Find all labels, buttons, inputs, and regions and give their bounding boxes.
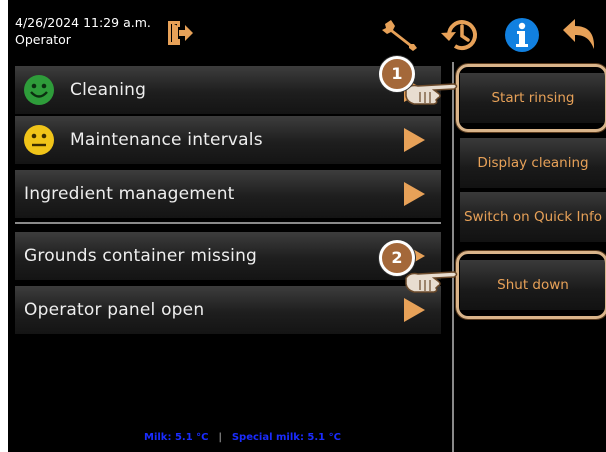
- list-item-label: Grounds container missing: [24, 246, 258, 266]
- play-arrow-icon: [404, 128, 425, 152]
- touch-screen: 4/26/2024 11:29 a.m. Operator Cleaning M…: [8, 0, 606, 452]
- list-item-maintenance-intervals[interactable]: Maintenance intervals: [15, 116, 441, 164]
- milk-temperature: Milk: 5.1 °C: [144, 432, 209, 443]
- wrench-icon[interactable]: [381, 18, 419, 52]
- list-item-label: Operator panel open: [24, 300, 205, 320]
- list-item-ingredient-management[interactable]: Ingredient management: [15, 170, 441, 218]
- list-item-grounds-container-missing[interactable]: Grounds container missing: [15, 232, 441, 280]
- status-bar: Milk: 5.1 °C | Special milk: 5.1 °C: [144, 432, 341, 443]
- datetime-text: 4/26/2024 11:29 a.m.: [15, 15, 151, 30]
- highlight-frame-start-rinsing: [456, 64, 606, 132]
- play-arrow-icon: [404, 298, 425, 322]
- display-cleaning-button[interactable]: Display cleaning: [460, 138, 606, 188]
- list-item-label: Cleaning: [70, 80, 147, 100]
- history-icon[interactable]: [440, 17, 480, 53]
- highlight-frame-shut-down: [456, 251, 606, 319]
- info-icon[interactable]: [504, 17, 540, 53]
- user-role-text: Operator: [15, 32, 71, 47]
- list-item-label: Maintenance intervals: [70, 130, 263, 150]
- smiley-yellow-icon: [24, 125, 54, 155]
- status-separator: |: [218, 432, 222, 443]
- back-arrow-icon[interactable]: [561, 18, 597, 52]
- list-item-cleaning[interactable]: Cleaning: [15, 66, 441, 114]
- list-item-operator-panel-open[interactable]: Operator panel open: [15, 286, 441, 334]
- pointing-hand-icon: [405, 83, 458, 105]
- list-item-label: Ingredient management: [24, 184, 235, 204]
- quick-info-button[interactable]: Switch on Quick Info: [460, 192, 606, 242]
- callout-badge-1: 1: [379, 56, 415, 92]
- logout-icon[interactable]: [166, 19, 194, 47]
- panel-divider: [452, 62, 454, 452]
- special-milk-temperature: Special milk: 5.1 °C: [231, 432, 341, 443]
- header-info: 4/26/2024 11:29 a.m. Operator: [15, 14, 151, 48]
- pointing-hand-icon: [405, 271, 458, 293]
- list-divider: [15, 222, 441, 224]
- smiley-green-icon: [24, 75, 54, 105]
- callout-badge-2: 2: [379, 240, 415, 276]
- play-arrow-icon: [404, 182, 425, 206]
